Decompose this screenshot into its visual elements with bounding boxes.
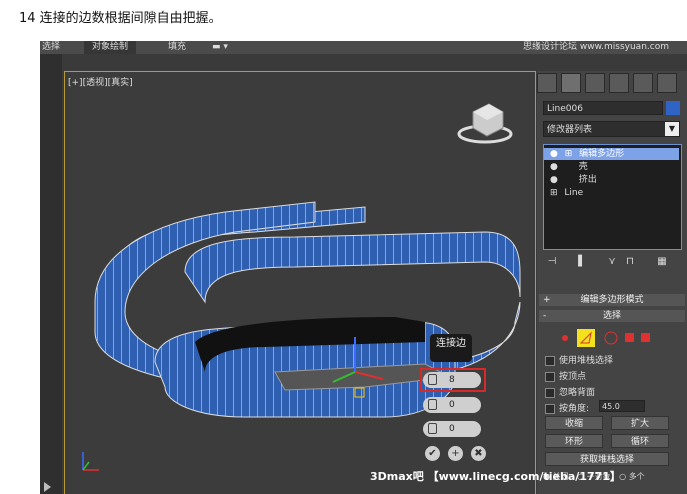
display-tab-icon[interactable] bbox=[633, 73, 653, 93]
edge-icon[interactable] bbox=[577, 329, 595, 347]
bulb-icon[interactable]: ● bbox=[544, 175, 558, 185]
segments-highlight bbox=[420, 368, 486, 392]
stack-item-shell[interactable]: ● 壳 bbox=[544, 161, 679, 173]
shrink-button[interactable]: 收缩 bbox=[545, 416, 603, 430]
pinch-field[interactable]: 0 bbox=[423, 397, 481, 413]
apply-and-continue-button[interactable]: + bbox=[448, 446, 463, 461]
slide-field[interactable]: 0 bbox=[423, 421, 481, 437]
left-toolbar bbox=[40, 54, 62, 494]
site-watermark: 3Dmax吧 【www.linecg.com/tieba/1771】 bbox=[370, 470, 621, 483]
loop-button[interactable]: 循环 bbox=[611, 434, 669, 448]
object-color-swatch[interactable] bbox=[666, 101, 680, 115]
stack-item-edit-poly[interactable]: ● ⊞ 编辑多边形 bbox=[544, 148, 679, 160]
menu-bar: 选择 对象绘制 填充 ▬ ▾ 思缘设计论坛 www.missyuan.com bbox=[40, 41, 687, 54]
angle-spinner[interactable]: 45.0 bbox=[599, 400, 645, 412]
menu-dropdown-icon[interactable]: ▬ ▾ bbox=[212, 41, 228, 54]
motion-tab-icon[interactable] bbox=[609, 73, 629, 93]
perspective-viewport[interactable]: [+][透视][真实] 连接边 8 0 0 ✔ + ✖ bbox=[64, 71, 536, 494]
chevron-down-icon: ▼ bbox=[665, 122, 679, 136]
cancel-button[interactable]: ✖ bbox=[471, 446, 486, 461]
selection-level-icons bbox=[562, 329, 650, 347]
expand-icon[interactable]: ⊞ bbox=[561, 149, 573, 159]
ignore-backfacing-checkbox[interactable]: 忽略背面 bbox=[545, 385, 595, 398]
expand-arrow-icon[interactable] bbox=[44, 482, 51, 492]
panel-tabs bbox=[537, 71, 687, 95]
pinch-icon bbox=[428, 399, 437, 410]
ring-button[interactable]: 环形 bbox=[545, 434, 603, 448]
command-panel: Line006 修改器列表 ▼ ● ⊞ 编辑多边形 ● 壳 ● 挤出 ⊞ Lin… bbox=[537, 71, 687, 494]
use-stack-selection-checkbox[interactable]: 使用堆栈选择 bbox=[545, 353, 613, 366]
modifier-list-dropdown[interactable]: 修改器列表 ▼ bbox=[543, 121, 680, 137]
viewcube-icon[interactable] bbox=[457, 103, 513, 144]
configure-sets-icon[interactable]: ▦ bbox=[655, 255, 669, 269]
pin-stack-icon[interactable]: ⊣ bbox=[545, 255, 559, 269]
modifier-stack[interactable]: ● ⊞ 编辑多边形 ● 壳 ● 挤出 ⊞ Line bbox=[543, 144, 682, 250]
stack-item-line[interactable]: ⊞ Line bbox=[544, 187, 679, 199]
polygon-icon[interactable] bbox=[625, 333, 634, 342]
hierarchy-tab-icon[interactable] bbox=[585, 73, 605, 93]
get-stack-selection-button[interactable]: 获取堆栈选择 bbox=[545, 452, 669, 466]
element-icon[interactable] bbox=[641, 333, 650, 342]
show-end-result-icon[interactable]: ▌ bbox=[575, 255, 589, 269]
make-unique-icon[interactable]: ⋎ bbox=[605, 255, 619, 269]
ok-button[interactable]: ✔ bbox=[425, 446, 440, 461]
stack-toolbar: ⊣ ▌ ⋎ ⊓ ▦ bbox=[543, 255, 680, 271]
radio-multi[interactable]: ○ 多个 bbox=[619, 472, 645, 481]
connect-edges-title: 连接边 bbox=[430, 334, 472, 362]
stack-item-extrude[interactable]: ● 挤出 bbox=[544, 174, 679, 186]
vertex-icon[interactable] bbox=[562, 335, 568, 341]
menu-object-paint[interactable]: 对象绘制 bbox=[84, 41, 137, 54]
object-name-field[interactable]: Line006 bbox=[543, 101, 663, 115]
by-angle-checkbox[interactable]: 按角度: bbox=[545, 401, 589, 414]
grow-button[interactable]: 扩大 bbox=[611, 416, 669, 430]
menu-fill[interactable]: 填充 bbox=[168, 41, 186, 54]
by-vertex-checkbox[interactable]: 按顶点 bbox=[545, 369, 586, 382]
utilities-tab-icon[interactable] bbox=[657, 73, 677, 93]
remove-modifier-icon[interactable]: ⊓ bbox=[623, 255, 637, 269]
world-axis-icon bbox=[82, 452, 99, 471]
slide-icon bbox=[428, 423, 437, 434]
create-tab-icon[interactable] bbox=[537, 73, 557, 93]
border-icon[interactable] bbox=[604, 331, 618, 345]
tutorial-caption: 14 连接的边数根据间隙自由把握。 bbox=[19, 11, 222, 26]
app-screenshot: 选择 对象绘制 填充 ▬ ▾ 思缘设计论坛 www.missyuan.com [… bbox=[40, 41, 687, 494]
rollout-edit-poly-mode[interactable]: + 编辑多边形模式 bbox=[539, 294, 685, 306]
modify-tab-icon[interactable] bbox=[561, 73, 581, 93]
expand-icon[interactable]: ⊞ bbox=[544, 188, 558, 198]
bulb-icon[interactable]: ● bbox=[544, 149, 558, 159]
menu-select[interactable]: 选择 bbox=[42, 41, 60, 54]
bulb-icon[interactable]: ● bbox=[544, 162, 558, 172]
forum-watermark: 思缘设计论坛 www.missyuan.com bbox=[523, 42, 669, 52]
rollout-selection[interactable]: - 选择 bbox=[539, 310, 685, 322]
